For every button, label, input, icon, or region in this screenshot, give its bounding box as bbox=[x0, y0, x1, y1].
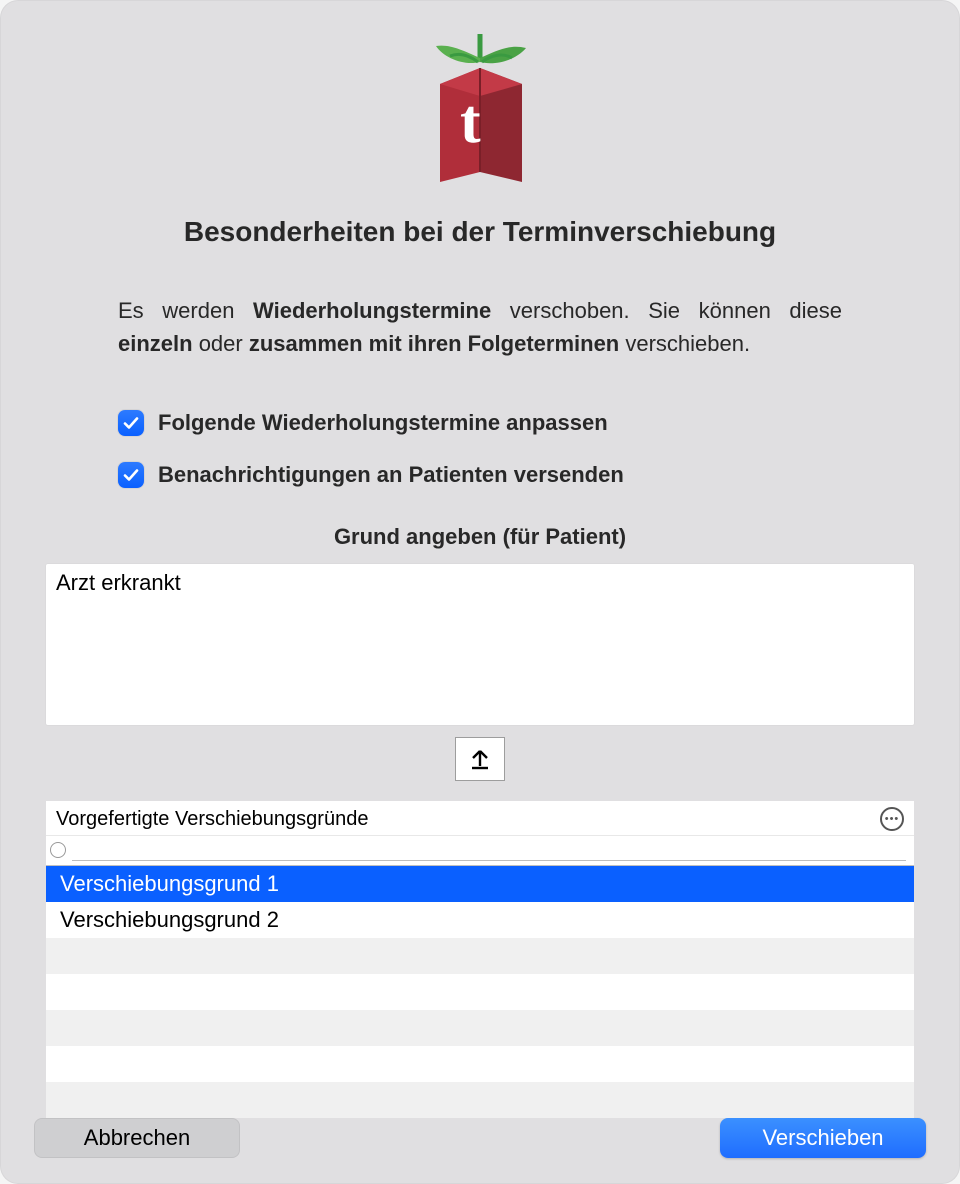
adjust-following-label: Folgende Wiederholungstermine anpassen bbox=[158, 410, 608, 436]
dialog-button-bar: Abbrechen Verschieben bbox=[28, 1118, 932, 1162]
option-notify-patients[interactable]: Benachrichtigungen an Patienten versende… bbox=[118, 462, 842, 488]
presets-panel: Vorgefertigte Verschiebungsgründe ••• Ve… bbox=[46, 801, 914, 1118]
intro-paragraph: Es werden Wiederholungstermine verschobe… bbox=[118, 294, 842, 360]
dialog-title: Besonderheiten bei der Terminverschiebun… bbox=[184, 216, 776, 248]
app-logo: t bbox=[420, 22, 540, 202]
intro-text-2: verschoben. Sie können diese bbox=[491, 298, 842, 323]
presets-header: Vorgefertigte Verschiebungsgründe ••• bbox=[46, 801, 914, 835]
reason-section-title: Grund angeben (für Patient) bbox=[28, 524, 932, 550]
notify-patients-label: Benachrichtigungen an Patienten versende… bbox=[158, 462, 624, 488]
preset-item[interactable]: Verschiebungsgrund 1 bbox=[46, 866, 914, 902]
presets-search-row bbox=[46, 835, 914, 865]
insert-preset-button[interactable] bbox=[455, 737, 505, 781]
move-appointment-dialog: t Besonderheiten bei der Terminverschieb… bbox=[0, 0, 960, 1184]
confirm-button-label: Verschieben bbox=[762, 1125, 883, 1151]
adjust-following-checkbox[interactable] bbox=[118, 410, 144, 436]
preset-item[interactable]: Verschiebungsgrund 2 bbox=[46, 902, 914, 938]
confirm-button[interactable]: Verschieben bbox=[720, 1118, 926, 1158]
ellipsis-circle-icon[interactable]: ••• bbox=[880, 807, 904, 831]
preset-item-empty bbox=[46, 1046, 914, 1082]
notify-patients-checkbox[interactable] bbox=[118, 462, 144, 488]
svg-text:t: t bbox=[460, 88, 481, 156]
intro-bold-3: zusammen mit ihren Folgeterminen bbox=[249, 331, 619, 356]
reason-textarea[interactable]: Arzt erkrankt bbox=[46, 564, 914, 725]
presets-list[interactable]: Verschiebungsgrund 1Verschiebungsgrund 2 bbox=[46, 865, 914, 1118]
arrow-up-from-line-icon bbox=[467, 746, 493, 772]
dialog-body-text: Es werden Wiederholungstermine verschobe… bbox=[28, 272, 932, 382]
check-icon bbox=[122, 414, 140, 432]
presets-search-input[interactable] bbox=[72, 838, 906, 861]
option-adjust-following[interactable]: Folgende Wiederholungstermine anpassen bbox=[118, 410, 842, 436]
presets-title: Vorgefertigte Verschiebungsgründe bbox=[56, 808, 368, 831]
intro-text-4: verschieben. bbox=[619, 331, 750, 356]
preset-item-empty bbox=[46, 1010, 914, 1046]
preset-item-empty bbox=[46, 974, 914, 1010]
cancel-button[interactable]: Abbrechen bbox=[34, 1118, 240, 1158]
cancel-button-label: Abbrechen bbox=[84, 1125, 190, 1151]
search-radio-icon[interactable] bbox=[50, 842, 66, 858]
preset-item-empty bbox=[46, 1082, 914, 1118]
dialog-header: t Besonderheiten bei der Terminverschieb… bbox=[28, 22, 932, 248]
preset-item-empty bbox=[46, 938, 914, 974]
check-icon bbox=[122, 466, 140, 484]
intro-bold-1: Wiederholungstermine bbox=[253, 298, 491, 323]
intro-text-3: oder bbox=[193, 331, 249, 356]
options-section: Folgende Wiederholungstermine anpassen B… bbox=[28, 410, 932, 514]
reason-textarea-value: Arzt erkrankt bbox=[56, 570, 181, 595]
intro-text-1: Es werden bbox=[118, 298, 253, 323]
intro-bold-2: einzeln bbox=[118, 331, 193, 356]
